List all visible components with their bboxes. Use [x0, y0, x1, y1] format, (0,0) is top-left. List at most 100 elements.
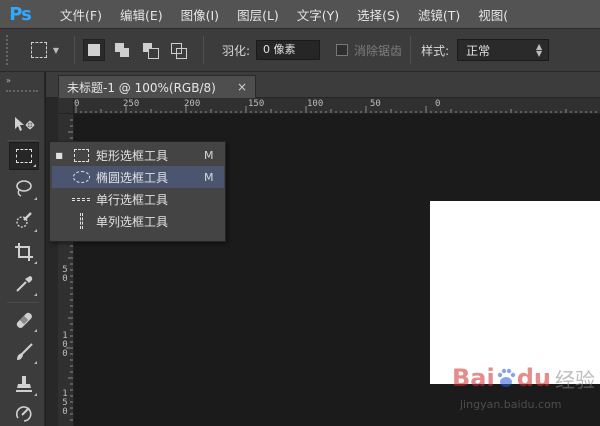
ruler-label: 200 — [184, 99, 201, 109]
crop-tool[interactable] — [9, 238, 39, 266]
flyout-item-single-row-marquee[interactable]: 单行选框工具 — [52, 188, 224, 210]
rect-marquee-icon — [66, 148, 96, 162]
shortcut-key: M — [204, 148, 214, 162]
add-selection-icon — [115, 43, 129, 57]
stamp-icon — [16, 376, 32, 392]
ruler-label: 1 5 0 — [62, 389, 68, 417]
document-canvas[interactable] — [430, 201, 600, 384]
new-selection-button[interactable] — [83, 39, 105, 61]
anti-alias-checkbox[interactable] — [336, 44, 349, 56]
menu-type[interactable]: 文字(Y) — [288, 5, 348, 24]
updown-icon: ▲ ▼ — [535, 42, 543, 58]
tool-flyout-indicator — [33, 164, 36, 167]
quick-selection-tool[interactable] — [9, 206, 39, 234]
flyout-item-label: 椭圆选框工具 — [96, 170, 169, 185]
ruler-label: 5 0 — [62, 265, 68, 284]
menu-edit[interactable]: 编辑(E) — [111, 5, 172, 24]
style-select-value: 正常 — [466, 43, 491, 58]
options-grip[interactable] — [6, 35, 12, 65]
lasso-icon — [16, 180, 32, 197]
feather-label: 羽化: — [222, 43, 251, 58]
baidu-watermark: Bai du 经验 jingyan.baidu.com — [452, 358, 597, 422]
clone-stamp-tool[interactable] — [9, 370, 39, 398]
menu-file[interactable]: 文件(F) — [40, 5, 111, 24]
eyedropper-tool[interactable] — [9, 270, 39, 298]
intersect-selection-button[interactable] — [167, 39, 189, 61]
brush-icon — [17, 343, 33, 360]
ruler-label: 0 — [435, 99, 441, 109]
collapse-panel-icon[interactable]: » — [0, 72, 44, 88]
crop-icon — [15, 243, 33, 261]
brush-tool[interactable] — [9, 338, 39, 366]
move-tool[interactable] — [9, 110, 39, 138]
rect-marquee-tool[interactable] — [9, 142, 39, 170]
menu-select[interactable]: 选择(S) — [348, 5, 409, 24]
caret-down-icon: ▼ — [52, 45, 60, 55]
flyout-item-single-column-marquee[interactable]: 单列选框工具 — [52, 210, 224, 232]
lasso-tool[interactable] — [9, 174, 39, 202]
watermark-brand: Bai — [452, 364, 495, 392]
horizontal-ruler[interactable]: 0 250 200 150 100 50 0 — [74, 98, 600, 114]
tool-flyout-indicator — [34, 229, 37, 232]
document-tab-title: 未标题-1 @ 100%(RGB/8) — [67, 80, 216, 95]
divider — [74, 36, 75, 64]
marquee-tool-flyout: ■ 矩形选框工具 M 椭圆选框工具 M 单行选框工具 单列选框工具 — [49, 141, 226, 242]
single-row-marquee-icon — [66, 197, 96, 201]
menu-filter[interactable]: 滤镜(T) — [409, 5, 469, 24]
bandage-icon — [16, 312, 32, 328]
add-selection-button[interactable] — [111, 39, 133, 61]
ruler-label: 50 — [370, 99, 381, 109]
menu-layer[interactable]: 图层(L) — [228, 5, 288, 24]
ruler-label: 250 — [123, 99, 140, 109]
divider — [7, 140, 39, 141]
tool-preset-picker[interactable]: ▼ — [24, 36, 66, 64]
subtract-selection-button[interactable] — [139, 39, 161, 61]
feather-input[interactable]: 0 像素 — [256, 40, 321, 60]
flyout-item-rect-marquee[interactable]: ■ 矩形选框工具 M — [52, 144, 224, 166]
close-icon[interactable]: × — [237, 80, 247, 94]
panel-grip[interactable] — [6, 90, 38, 96]
elliptical-marquee-icon — [66, 171, 96, 183]
divider — [7, 302, 39, 303]
rect-marquee-icon — [30, 42, 47, 58]
tool-flyout-indicator — [34, 261, 37, 264]
paw-icon — [497, 368, 515, 387]
flyout-item-ellipse-marquee[interactable]: 椭圆选框工具 M — [52, 166, 224, 188]
divider — [203, 36, 204, 64]
history-brush-icon — [15, 406, 32, 422]
flyout-item-label: 单行选框工具 — [96, 192, 169, 207]
tool-flyout-indicator — [34, 393, 37, 396]
document-tab-bar: 未标题-1 @ 100%(RGB/8) × — [46, 72, 600, 98]
quick-selection-icon — [16, 212, 32, 228]
style-select[interactable]: 正常 ▲ ▼ — [457, 39, 550, 61]
photoshop-logo: Ps — [9, 3, 32, 25]
options-bar: ▼ 羽化: 0 像素 消除锯齿 样式: 正常 ▲ ▼ — [0, 28, 600, 72]
subtract-selection-icon — [143, 43, 159, 59]
watermark-url: jingyan.baidu.com — [460, 398, 562, 411]
tool-flyout-indicator — [34, 293, 37, 296]
tools-panel: » — [0, 72, 45, 426]
healing-brush-tool[interactable] — [9, 306, 39, 334]
tool-flyout-indicator — [34, 361, 37, 364]
menu-image[interactable]: 图像(I) — [172, 5, 228, 24]
ruler-label: 1 0 0 — [62, 331, 68, 359]
ruler-label: 0 — [74, 99, 80, 109]
menu-view[interactable]: 视图( — [469, 5, 517, 24]
selected-bullet-icon: ■ — [55, 150, 63, 160]
rect-marquee-icon — [16, 149, 32, 163]
anti-alias-label: 消除锯齿 — [354, 43, 403, 58]
document-tab[interactable]: 未标题-1 @ 100%(RGB/8) × — [58, 75, 256, 98]
ruler-label: 100 — [307, 99, 324, 109]
new-selection-icon — [88, 44, 100, 56]
ruler-origin[interactable] — [58, 98, 74, 114]
history-brush-tool[interactable] — [9, 400, 39, 426]
single-column-marquee-icon — [66, 213, 96, 229]
flyout-item-label: 单列选框工具 — [96, 214, 169, 229]
move-tool-icon — [15, 117, 35, 131]
style-label: 样式: — [421, 43, 450, 58]
tool-flyout-indicator — [34, 197, 37, 200]
divider — [410, 36, 412, 64]
watermark-suffix: 经验 — [554, 367, 595, 392]
flyout-item-label: 矩形选框工具 — [96, 148, 169, 163]
eyedropper-icon — [16, 276, 33, 292]
